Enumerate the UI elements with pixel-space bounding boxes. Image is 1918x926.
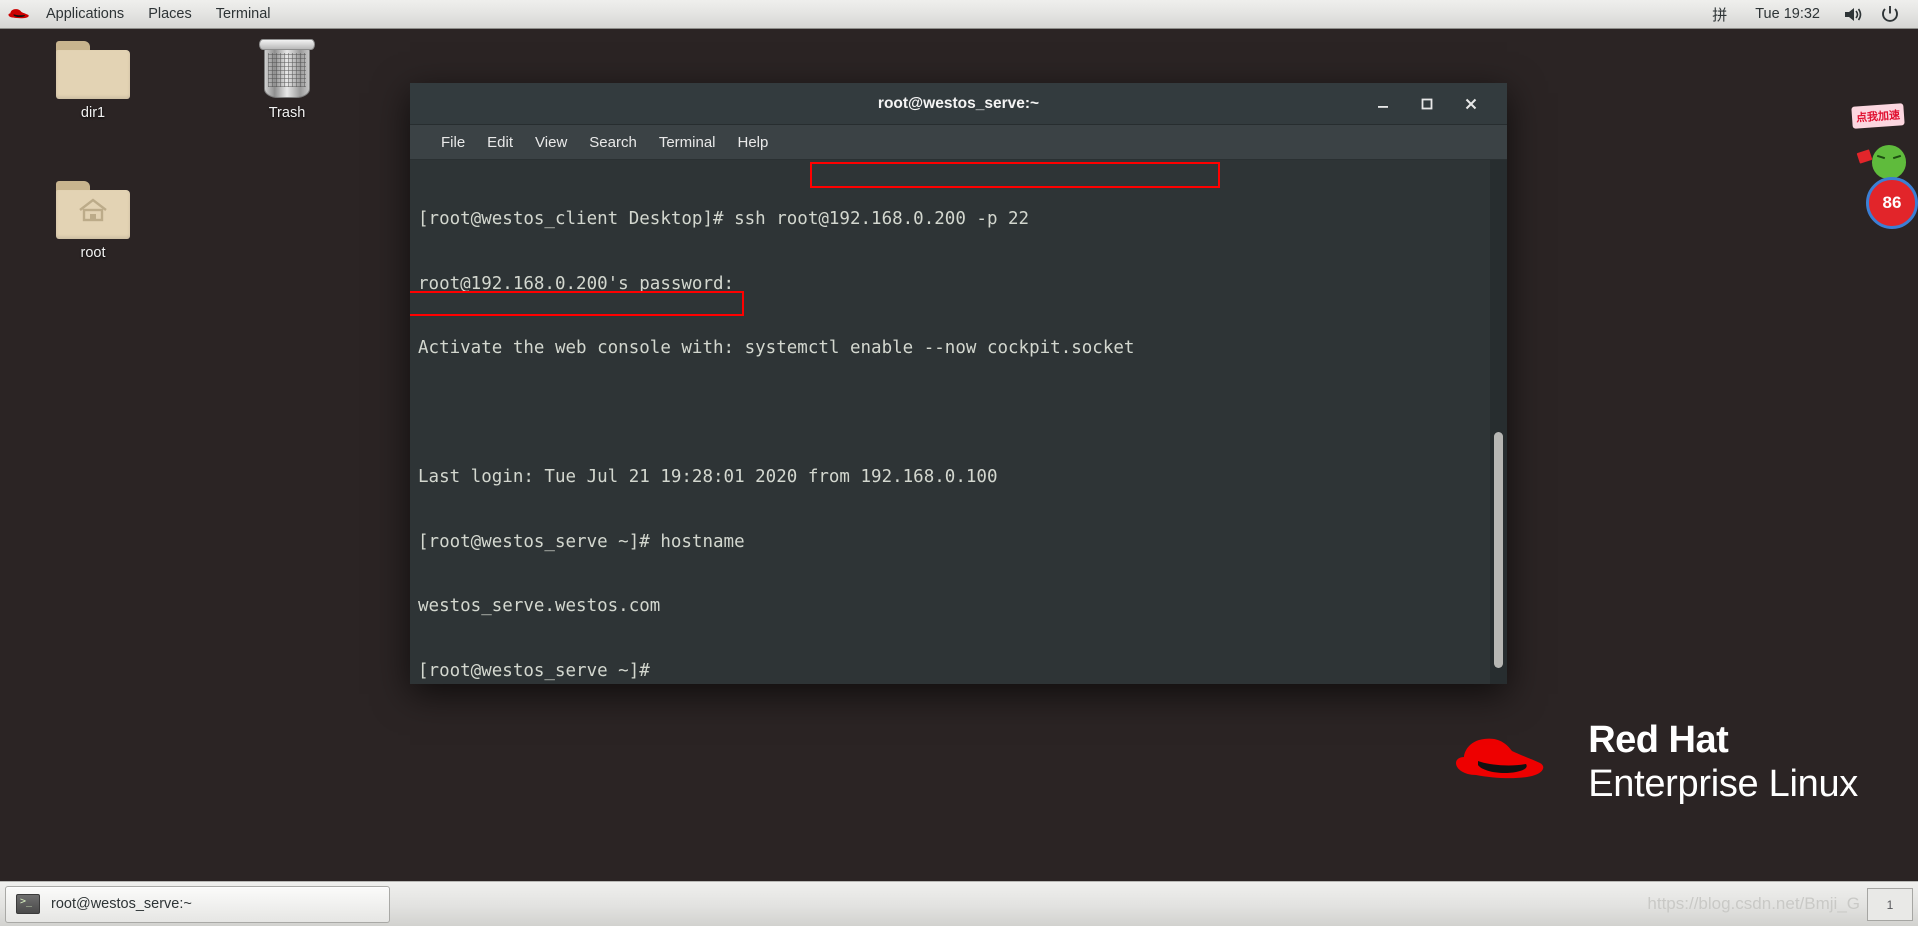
- minimize-button[interactable]: [1361, 83, 1405, 125]
- desktop-icon-dir1[interactable]: dir1: [38, 37, 148, 121]
- menu-item-edit[interactable]: Edit: [476, 125, 524, 159]
- sticker-badge[interactable]: 86: [1866, 177, 1918, 229]
- watermark-text: https://blog.csdn.net/Bmji_G: [1647, 894, 1860, 913]
- menu-applications[interactable]: Applications: [34, 0, 136, 28]
- terminal-line: westos_serve.westos.com: [418, 596, 661, 616]
- scrollbar-thumb[interactable]: [1494, 432, 1503, 669]
- terminal-text: [root@westos_client Desktop]# ssh root@1…: [418, 166, 1507, 684]
- house-glyph-icon: [79, 198, 107, 222]
- menu-places[interactable]: Places: [136, 0, 204, 28]
- folder-icon: [38, 37, 148, 103]
- terminal-scrollbar[interactable]: [1490, 160, 1507, 684]
- trash-icon: [232, 37, 342, 103]
- terminal-line: [root@westos_client Desktop]# ssh root@1…: [418, 209, 1030, 229]
- top-panel: Applications Places Terminal 拼 Tue 19:32: [0, 0, 1918, 29]
- window-title: root@westos_serve:~: [877, 94, 1040, 112]
- maximize-button[interactable]: [1405, 83, 1449, 125]
- menu-item-view[interactable]: View: [524, 125, 578, 159]
- taskbar: root@westos_serve:~ https://blog.csdn.ne…: [0, 881, 1918, 926]
- menu-item-file[interactable]: File: [430, 125, 476, 159]
- terminal-icon: [16, 894, 40, 914]
- terminal-line: Last login: Tue Jul 21 19:28:01 2020 fro…: [418, 467, 998, 487]
- close-button[interactable]: [1449, 83, 1493, 125]
- sticker-chip-icon: [1856, 149, 1873, 164]
- workspace-indicator[interactable]: 1: [1867, 888, 1913, 921]
- terminal-line: Activate the web console with: systemctl…: [418, 338, 1135, 358]
- terminal-menubar: File Edit View Search Terminal Help: [410, 125, 1507, 160]
- menu-item-search[interactable]: Search: [578, 125, 648, 159]
- window-titlebar[interactable]: root@westos_serve:~: [410, 83, 1507, 125]
- desktop-icon-label: root: [80, 245, 106, 261]
- menu-item-terminal[interactable]: Terminal: [648, 125, 727, 159]
- desktop-icon-trash[interactable]: Trash: [232, 37, 342, 121]
- input-method-indicator[interactable]: 拼: [1698, 4, 1741, 25]
- sticker-bubble-text[interactable]: 点我加速: [1851, 103, 1905, 129]
- power-icon[interactable]: [1872, 5, 1908, 23]
- terminal-window[interactable]: root@westos_serve:~ File Edit View Searc…: [410, 83, 1507, 684]
- terminal-line: root@192.168.0.200's password:: [418, 273, 735, 294]
- redhat-logo-icon: [8, 6, 34, 23]
- menu-item-help[interactable]: Help: [727, 125, 780, 159]
- terminal-line: [root@westos_serve ~]# hostname: [418, 531, 745, 552]
- rhel-branding: Red Hat Enterprise Linux: [1454, 721, 1858, 803]
- brand-line-2: Enterprise Linux: [1588, 763, 1858, 805]
- desktop-icon-root[interactable]: root: [38, 177, 148, 261]
- clock[interactable]: Tue 19:32: [1741, 6, 1834, 22]
- desktop-icon-label: Trash: [268, 105, 306, 121]
- terminal-line: [root@westos_serve ~]#: [418, 660, 650, 681]
- brand-line-1: Red Hat: [1588, 719, 1729, 761]
- redhat-logo-icon: [1456, 738, 1544, 779]
- menu-terminal[interactable]: Terminal: [204, 0, 283, 28]
- promo-sticker[interactable]: 点我加速 86: [1850, 95, 1918, 230]
- terminal-output-area[interactable]: [root@westos_client Desktop]# ssh root@1…: [410, 160, 1507, 684]
- taskbar-window-button[interactable]: root@westos_serve:~: [5, 885, 390, 923]
- volume-icon[interactable]: [1834, 6, 1872, 23]
- desktop-icon-label: dir1: [80, 105, 106, 121]
- home-folder-icon: [38, 177, 148, 243]
- green-mascot-icon: [1872, 145, 1906, 179]
- taskbar-window-label: root@westos_serve:~: [51, 896, 192, 912]
